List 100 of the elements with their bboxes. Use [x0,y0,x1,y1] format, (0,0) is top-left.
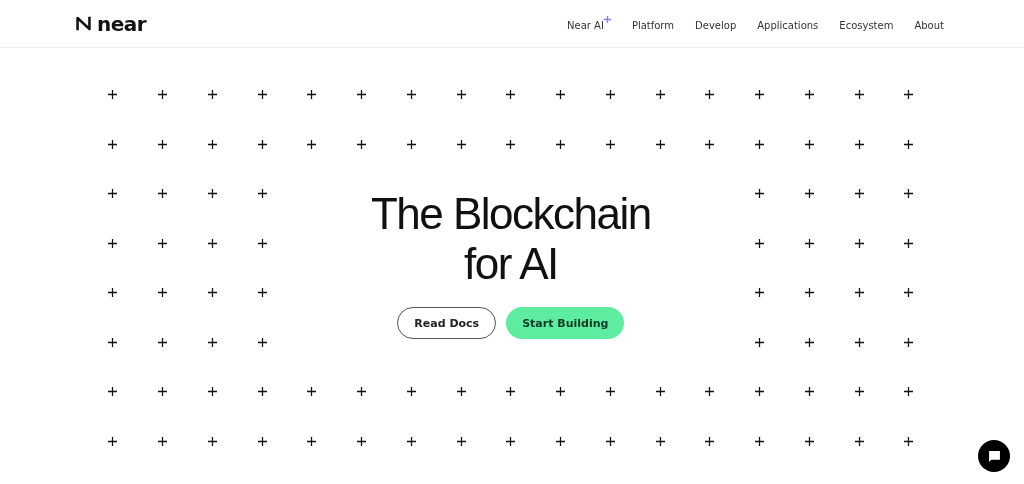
plus-icon [307,387,317,397]
plus-icon [207,436,217,446]
plus-icon [307,436,317,446]
plus-icon [257,238,267,248]
plus-icon [904,387,914,397]
plus-icon [854,139,864,149]
plus-icon [904,337,914,347]
plus-icon [755,288,765,298]
plus-icon [705,139,715,149]
sparkle-icon [603,16,611,23]
nav-link[interactable]: Develop [695,16,737,31]
plus-icon [108,139,118,149]
plus-icon [406,436,416,446]
plus-icon [108,337,118,347]
plus-icon [456,139,466,149]
logo-icon[interactable] [75,15,92,32]
nav-link[interactable]: Applications [757,16,819,31]
plus-icon [804,436,814,446]
plus-icon [904,288,914,298]
plus-icon [108,189,118,199]
plus-icon [804,189,814,199]
plus-icon [257,436,267,446]
plus-icon [207,90,217,100]
plus-icon [207,139,217,149]
plus-icon [705,436,715,446]
plus-icon [804,139,814,149]
plus-icon [158,189,168,199]
plus-icon [158,288,168,298]
plus-icon [804,90,814,100]
plus-icon [108,387,118,397]
plus-icon [655,387,665,397]
plus-icon [257,189,267,199]
plus-icon [854,436,864,446]
plus-icon [755,436,765,446]
nav-link[interactable]: Platform [631,16,675,31]
plus-icon [357,139,367,149]
plus-icon [257,90,267,100]
plus-icon [257,288,267,298]
plus-icon [705,387,715,397]
nav-link[interactable]: Near AI [567,16,611,31]
plus-icon [158,337,168,347]
start-building-button[interactable]: Start Building [506,307,625,339]
plus-icon [854,337,864,347]
plus-icon [257,337,267,347]
plus-icon [406,139,416,149]
plus-icon [804,238,814,248]
plus-icon [108,436,118,446]
plus-icon [207,288,217,298]
plus-icon [605,139,615,149]
plus-icon [357,436,367,446]
plus-icon [456,90,466,100]
nav-link[interactable]: About [914,16,944,31]
plus-icon [854,288,864,298]
plus-icon [854,238,864,248]
plus-icon [804,387,814,397]
plus-icon [456,387,466,397]
plus-icon [655,436,665,446]
plus-icon [904,139,914,149]
plus-icon [854,189,864,199]
plus-icon [506,436,516,446]
plus-icon [257,387,267,397]
plus-icon [904,436,914,446]
plus-icon [307,90,317,100]
plus-icon [705,90,715,100]
plus-icon [108,238,118,248]
plus-icon [506,90,516,100]
plus-icon [904,189,914,199]
logo-text[interactable]: near [97,11,147,36]
plus-icon [755,238,765,248]
plus-icon [207,337,217,347]
plus-icon [357,90,367,100]
nav-link[interactable]: Ecosystem [839,16,894,31]
plus-icon [655,90,665,100]
chat-button[interactable] [978,440,1010,472]
plus-icon [854,90,864,100]
plus-icon [506,139,516,149]
plus-icon [207,238,217,248]
plus-icon [556,436,566,446]
plus-icon [307,139,317,149]
plus-icon [804,288,814,298]
plus-icon [755,337,765,347]
plus-icon [804,337,814,347]
plus-icon [257,139,267,149]
plus-icon [556,387,566,397]
plus-icon [755,387,765,397]
plus-icon [655,139,665,149]
plus-icon [605,436,615,446]
plus-icon [108,90,118,100]
read-docs-button[interactable]: Read Docs [397,307,497,339]
plus-icon [158,90,168,100]
plus-icon [158,139,168,149]
plus-icon [158,436,168,446]
plus-icon [755,139,765,149]
plus-icon [904,238,914,248]
plus-icon [158,387,168,397]
plus-icon [207,189,217,199]
plus-icon [755,90,765,100]
plus-icon [406,387,416,397]
plus-icon [357,387,367,397]
plus-icon [854,387,864,397]
